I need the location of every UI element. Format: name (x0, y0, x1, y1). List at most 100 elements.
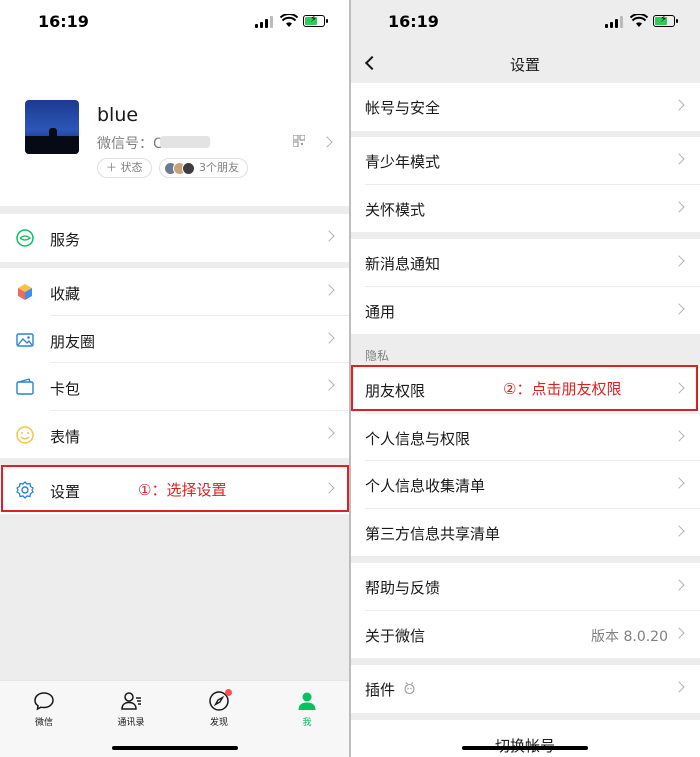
chevron-right-icon (673, 429, 685, 442)
battery-icon: ⚡ (653, 14, 678, 27)
me-page-screen: 16:19 ⚡ blue 微信号：C ＋ 状态 3个朋友 服务 收藏 朋友圈 卡… (0, 0, 350, 757)
chevron-right-icon (673, 255, 685, 267)
chevron-right-icon (323, 284, 335, 296)
setting-label: 个人信息与权限 (365, 429, 471, 448)
annotation-step-1: ①：选择设置 (138, 481, 227, 499)
chevron-right-icon (673, 99, 685, 111)
wechat-id-prefix: 微信号： (97, 136, 153, 152)
friends-status-button[interactable]: 3个朋友 (159, 158, 248, 178)
setting-new-message-notifications[interactable]: 新消息通知 (350, 239, 700, 287)
wifi-icon (280, 14, 298, 27)
card-wallet-icon (16, 378, 34, 395)
tab-label: 通讯录 (117, 718, 145, 728)
menu-label: 服务 (50, 231, 81, 249)
favorites-cube-icon (18, 284, 32, 300)
chevron-right-icon (673, 153, 685, 165)
chevron-right-icon (673, 477, 685, 489)
status-time: 16:19 (388, 12, 439, 31)
avatar[interactable] (25, 100, 79, 154)
setting-about-wechat[interactable]: 关于微信 版本 8.0.20 (350, 610, 700, 658)
moments-image-icon (16, 332, 34, 347)
tab-label: 发现 (209, 718, 228, 728)
qr-code-icon[interactable] (293, 135, 305, 147)
screen-divider (349, 0, 351, 757)
tab-contacts[interactable]: 通讯录 (101, 689, 161, 728)
screenshot-root: 16:19 ⚡ blue 微信号：C ＋ 状态 3个朋友 服务 收藏 朋友圈 卡… (0, 0, 700, 757)
setting-label: 第三方信息共享清单 (365, 524, 501, 543)
profile-card[interactable]: blue 微信号：C ＋ 状态 3个朋友 (0, 46, 350, 206)
bottom-tab-bar: 微信 通讯录 发现 我 (0, 680, 350, 757)
settings-screen: 16:19 ⚡ 设置 帐号与安全 青少年模式 关怀模式 新消息通知 通用 隐私 … (350, 0, 700, 757)
tab-discover[interactable]: 发现 (189, 689, 249, 728)
setting-general[interactable]: 通用 (350, 286, 700, 334)
setting-personal-info-collection-list[interactable]: 个人信息收集清单 (350, 461, 700, 509)
setting-care-mode[interactable]: 关怀模式 (350, 184, 700, 232)
setting-label: 新消息通知 (365, 255, 441, 273)
services-group: 服务 (0, 214, 350, 262)
battery-icon: ⚡ (303, 14, 328, 27)
setting-label: 插件 (365, 681, 396, 699)
chat-icon (34, 692, 54, 711)
menu-item-moments[interactable]: 朋友圈 (0, 316, 350, 363)
wifi-icon (630, 14, 648, 27)
account-group: 帐号与安全 (350, 83, 700, 131)
menu-label: 卡包 (50, 380, 81, 398)
plugin-icon (404, 682, 415, 695)
wechat-id-label: 微信号：C (97, 133, 163, 153)
notification-dot-icon (225, 689, 232, 696)
tab-label: 微信 (34, 718, 53, 728)
menu-item-stickers[interactable]: 表情 (0, 411, 350, 459)
status-time: 16:19 (38, 12, 89, 31)
chevron-right-icon (673, 579, 685, 591)
setting-plugins[interactable]: 插件 (350, 665, 700, 713)
page-title: 设置 (509, 56, 540, 74)
chevron-right-icon (323, 230, 335, 242)
features-group: 收藏 朋友圈 卡包 表情 (0, 268, 350, 458)
switch-account-group: 切换帐号 (350, 720, 700, 757)
status-bar: 16:19 ⚡ (350, 0, 700, 46)
menu-item-services[interactable]: 服务 (0, 214, 350, 262)
annotation-step-2: ②：点击朋友权限 (503, 380, 622, 398)
plugins-group: 插件 (350, 665, 700, 713)
general-group: 新消息通知 通用 (350, 239, 700, 334)
setting-help-feedback[interactable]: 帮助与反馈 (350, 563, 700, 611)
wechat-id-redaction (160, 136, 210, 148)
setting-label: 帮助与反馈 (365, 579, 441, 597)
menu-item-cards[interactable]: 卡包 (0, 363, 350, 411)
tab-me[interactable]: 我 (277, 689, 337, 728)
setting-label: 关怀模式 (365, 200, 426, 219)
status-button[interactable]: ＋ 状态 (97, 158, 152, 178)
setting-personal-info-permissions[interactable]: 个人信息与权限 (350, 413, 700, 461)
setting-label: 通用 (365, 302, 396, 321)
modes-group: 青少年模式 关怀模式 (350, 137, 700, 232)
setting-account-security[interactable]: 帐号与安全 (350, 83, 700, 131)
home-indicator (112, 746, 238, 750)
friend-avatar-icon (182, 161, 195, 175)
chevron-right-icon (673, 524, 685, 537)
setting-teen-mode[interactable]: 青少年模式 (350, 137, 700, 185)
version-value: 版本 8.0.20 (591, 628, 668, 645)
cellular-signal-icon (255, 16, 275, 28)
menu-item-favorites[interactable]: 收藏 (0, 268, 350, 316)
me-icon (298, 692, 316, 710)
menu-label: 表情 (50, 427, 81, 446)
setting-label: 青少年模式 (365, 153, 441, 171)
menu-label: 收藏 (50, 285, 81, 303)
chevron-right-icon (673, 200, 685, 213)
friends-count-label: 3个朋友 (199, 161, 239, 174)
home-indicator (462, 746, 588, 750)
tab-chats[interactable]: 微信 (14, 689, 74, 728)
services-icon (16, 229, 34, 247)
setting-label: 帐号与安全 (365, 99, 441, 117)
setting-label: 关于微信 (365, 626, 426, 645)
chevron-right-icon (673, 681, 685, 693)
chevron-right-icon (673, 626, 685, 639)
cellular-signal-icon (605, 16, 625, 28)
chevron-right-icon (673, 302, 685, 315)
chevron-right-icon (323, 379, 335, 391)
profile-name: blue (97, 104, 139, 126)
status-bar: 16:19 ⚡ (0, 0, 350, 46)
menu-label: 朋友圈 (50, 332, 96, 351)
help-group: 帮助与反馈 关于微信 版本 8.0.20 (350, 563, 700, 658)
setting-third-party-sharing-list[interactable]: 第三方信息共享清单 (350, 508, 700, 556)
